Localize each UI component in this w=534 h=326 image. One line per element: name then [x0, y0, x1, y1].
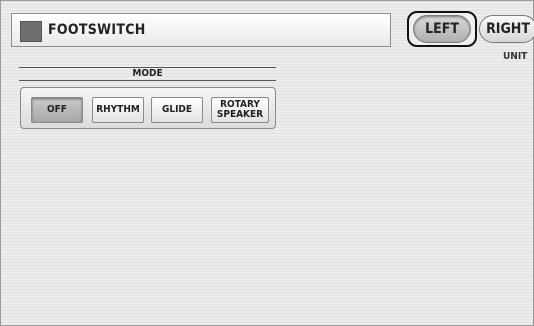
mode-rotary-speaker-button[interactable]: ROTARY SPEAKER — [211, 97, 269, 123]
mode-rhythm-button[interactable]: RHYTHM — [92, 97, 144, 123]
page-title: FOOTSWITCH — [48, 22, 146, 38]
mode-button-group: OFF RHYTHM GLIDE ROTARY SPEAKER — [20, 87, 276, 129]
mode-off-button[interactable]: OFF — [31, 97, 83, 123]
unit-label: UNIT — [503, 51, 528, 62]
unit-right-button[interactable]: RIGHT — [479, 15, 534, 43]
mode-label: MODE — [132, 68, 163, 79]
unit-left-button[interactable]: LEFT — [413, 15, 471, 43]
title-square-icon — [20, 21, 42, 42]
footswitch-screen: FOOTSWITCH LEFT RIGHT UNIT MODE OFF RHYT… — [0, 0, 534, 326]
mode-glide-button[interactable]: GLIDE — [151, 97, 203, 123]
title-bar: FOOTSWITCH — [11, 13, 391, 47]
mode-divider-bottom — [19, 80, 276, 81]
